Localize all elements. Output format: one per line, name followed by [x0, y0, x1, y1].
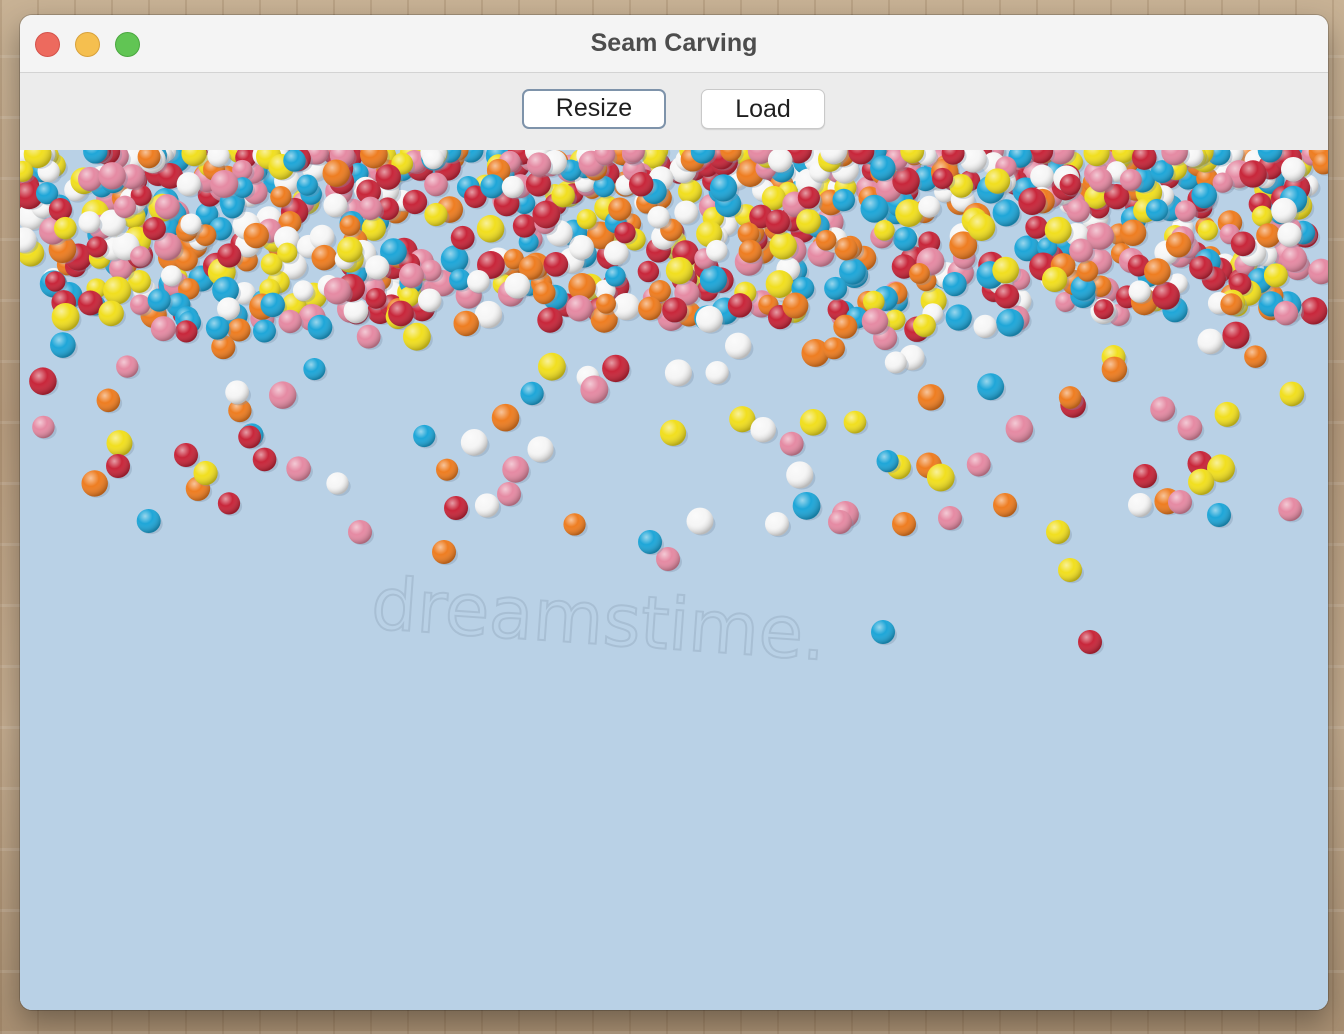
- image-canvas: dreamstime.: [20, 150, 1328, 1010]
- toolbar: Resize Load: [20, 73, 1328, 150]
- window-title: Seam Carving: [590, 29, 758, 57]
- app-window: Seam Carving Resize Load dreamstime.: [20, 15, 1328, 1010]
- load-button[interactable]: Load: [701, 89, 825, 129]
- title-bar[interactable]: Seam Carving: [20, 15, 1328, 73]
- sprinkles-image: dreamstime.: [20, 150, 1328, 1010]
- resize-button[interactable]: Resize: [522, 89, 666, 129]
